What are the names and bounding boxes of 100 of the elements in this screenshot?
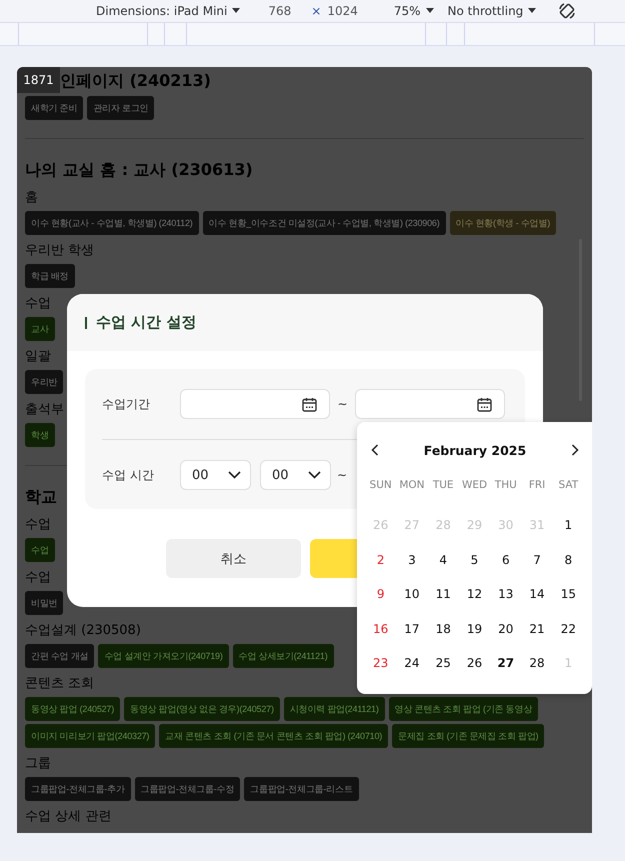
- end-date-field[interactable]: [355, 389, 505, 419]
- page-button[interactable]: 학급 배정: [25, 264, 75, 288]
- page-button[interactable]: 수업: [25, 538, 55, 562]
- calendar-day[interactable]: 21: [521, 612, 553, 646]
- period-label: 수업기간: [102, 396, 151, 412]
- page-button[interactable]: 우리반: [25, 370, 64, 394]
- weekday-label: FRI: [528, 478, 546, 493]
- section-label: 수업: [25, 295, 51, 313]
- section-label: 그룹: [25, 755, 51, 773]
- calendar-day[interactable]: 13: [490, 577, 522, 612]
- page-button[interactable]: 그룹팝업-전체그룹-추가: [25, 777, 131, 801]
- weekday-label: THU: [494, 478, 518, 493]
- page-button[interactable]: 새학기 준비: [25, 96, 84, 120]
- hour-select[interactable]: 00: [180, 460, 251, 490]
- page-button[interactable]: 동영상 팝업 (240527): [25, 697, 120, 721]
- page-number-badge: 1871: [17, 67, 60, 93]
- page-button[interactable]: 이수 현황(교사 - 수업별, 학생별) (240112): [25, 211, 199, 235]
- calendar-day[interactable]: 3: [396, 542, 428, 578]
- calendar-day[interactable]: 14: [521, 577, 553, 612]
- calendar-day[interactable]: 11: [428, 577, 459, 612]
- weekday-label: SAT: [558, 478, 580, 493]
- calendar-day[interactable]: 4: [428, 542, 459, 578]
- page-button[interactable]: 동영상 팝업(영상 없은 경우)(240527): [124, 697, 280, 721]
- weekday-label: TUE: [432, 478, 455, 493]
- calendar-day[interactable]: 8: [552, 542, 584, 578]
- page-button[interactable]: 간편 수업 개설: [25, 644, 94, 668]
- throttling-dropdown[interactable]: No throttling: [448, 4, 536, 18]
- calendar-day[interactable]: 17: [396, 612, 428, 646]
- calendar-day[interactable]: 22: [552, 612, 584, 646]
- width-field[interactable]: 768: [268, 4, 292, 18]
- section-title: 나의 교실 홈 : 교사 (230613): [25, 159, 253, 181]
- page-button[interactable]: 이수 현황_이수조건 미설정(교사 - 수업별, 학생별) (230906): [202, 211, 446, 235]
- section-title: 학교: [25, 486, 57, 508]
- minute-select[interactable]: 00: [260, 460, 331, 490]
- chevron-down-icon: [228, 471, 241, 479]
- modal-title: 수업 시간 설정: [96, 313, 196, 332]
- weekday-label: MON: [398, 478, 426, 493]
- range-separator: ~: [336, 468, 348, 482]
- weekday-label: SUN: [368, 478, 393, 493]
- start-date-field[interactable]: [180, 389, 330, 419]
- calendar-day[interactable]: 19: [458, 612, 490, 646]
- weekday-label: WED: [460, 478, 488, 493]
- calendar-day[interactable]: 25: [428, 646, 459, 681]
- dimensions-dropdown[interactable]: Dimensions: iPad Mini: [96, 4, 240, 18]
- chevron-down-icon: [308, 471, 321, 479]
- time-label: 수업 시간: [102, 466, 155, 484]
- month-title: February 2025: [424, 442, 526, 458]
- page-button[interactable]: 시청이력 팝업(241121): [284, 697, 385, 721]
- page-button[interactable]: 이미지 미리보기 팝업(240327): [25, 724, 156, 748]
- section-label: 일괄: [25, 348, 51, 366]
- page-button[interactable]: 교재 콘텐츠 조회 (기존 문서 콘텐츠 조회 팝업) (240710): [159, 724, 388, 748]
- page-button[interactable]: 학생: [25, 423, 55, 447]
- calendar-day[interactable]: 7: [521, 542, 553, 578]
- section-label: 출석부: [25, 401, 64, 419]
- zoom-dropdown[interactable]: 75%: [394, 4, 434, 18]
- calendar-day[interactable]: 23: [365, 646, 396, 681]
- calendar-day[interactable]: 16: [365, 612, 396, 646]
- title-bar-mark: [85, 316, 87, 328]
- section-label: 수업 상세 관련: [25, 808, 112, 826]
- calendar-day[interactable]: 26: [458, 646, 490, 681]
- height-field[interactable]: 1024: [327, 4, 358, 18]
- page-button[interactable]: 수업 상세보기(241121): [232, 644, 334, 668]
- page-button[interactable]: 관리자 로그인: [87, 96, 154, 120]
- range-separator: ~: [336, 397, 349, 411]
- section-label: 홈: [25, 189, 38, 207]
- calendar-icon: [302, 396, 317, 412]
- calendar-day[interactable]: 18: [428, 612, 459, 646]
- caret-icon: [232, 8, 240, 14]
- calendar-day[interactable]: 12: [458, 577, 490, 612]
- page-button[interactable]: 영상 콘텐츠 조회 팝업 (기존 동영상: [388, 697, 538, 721]
- page-button[interactable]: 교사: [25, 317, 55, 341]
- calendar-day[interactable]: 27: [490, 646, 522, 681]
- chevron-left-icon[interactable]: [371, 444, 379, 456]
- calendar-day[interactable]: 24: [396, 646, 428, 681]
- cancel-button[interactable]: 취소: [166, 539, 301, 578]
- calendar-day[interactable]: 15: [552, 577, 584, 612]
- calendar-icon: [477, 396, 492, 412]
- caret-icon: [528, 8, 536, 14]
- calendar-day[interactable]: 5: [458, 542, 490, 578]
- page-button[interactable]: 수업 설계안 가져오기(240719): [98, 644, 229, 668]
- section-label: 수업설계 (230508): [25, 622, 141, 640]
- page-button[interactable]: 그룹팝업-전체그룹-리스트: [244, 777, 359, 801]
- rotate-icon[interactable]: [558, 2, 576, 20]
- calendar-day[interactable]: 2: [365, 542, 396, 578]
- calendar-day[interactable]: 6: [490, 542, 522, 578]
- chevron-right-icon[interactable]: [570, 444, 579, 456]
- section-label: 우리반 학생: [25, 242, 94, 260]
- page-button[interactable]: 이수 현황(학생 - 수업별): [450, 211, 556, 235]
- section-label: 수업: [25, 516, 51, 534]
- section-label: 수업: [25, 569, 51, 587]
- calendar-day[interactable]: 20: [490, 612, 522, 646]
- page-button[interactable]: 비밀번: [25, 591, 64, 615]
- page-button[interactable]: 문제집 조회 (기존 문제집 조회 팝업): [392, 724, 544, 748]
- section-title: 인페이지 (240213): [60, 70, 211, 92]
- times-sign: ×: [311, 4, 322, 18]
- calendar-day[interactable]: 28: [521, 646, 553, 681]
- calendar-day[interactable]: 1: [552, 508, 584, 543]
- calendar-day[interactable]: 9: [365, 577, 396, 612]
- page-button[interactable]: 그룹팝업-전체그룹-수정: [134, 777, 240, 801]
- calendar-day[interactable]: 10: [396, 577, 428, 612]
